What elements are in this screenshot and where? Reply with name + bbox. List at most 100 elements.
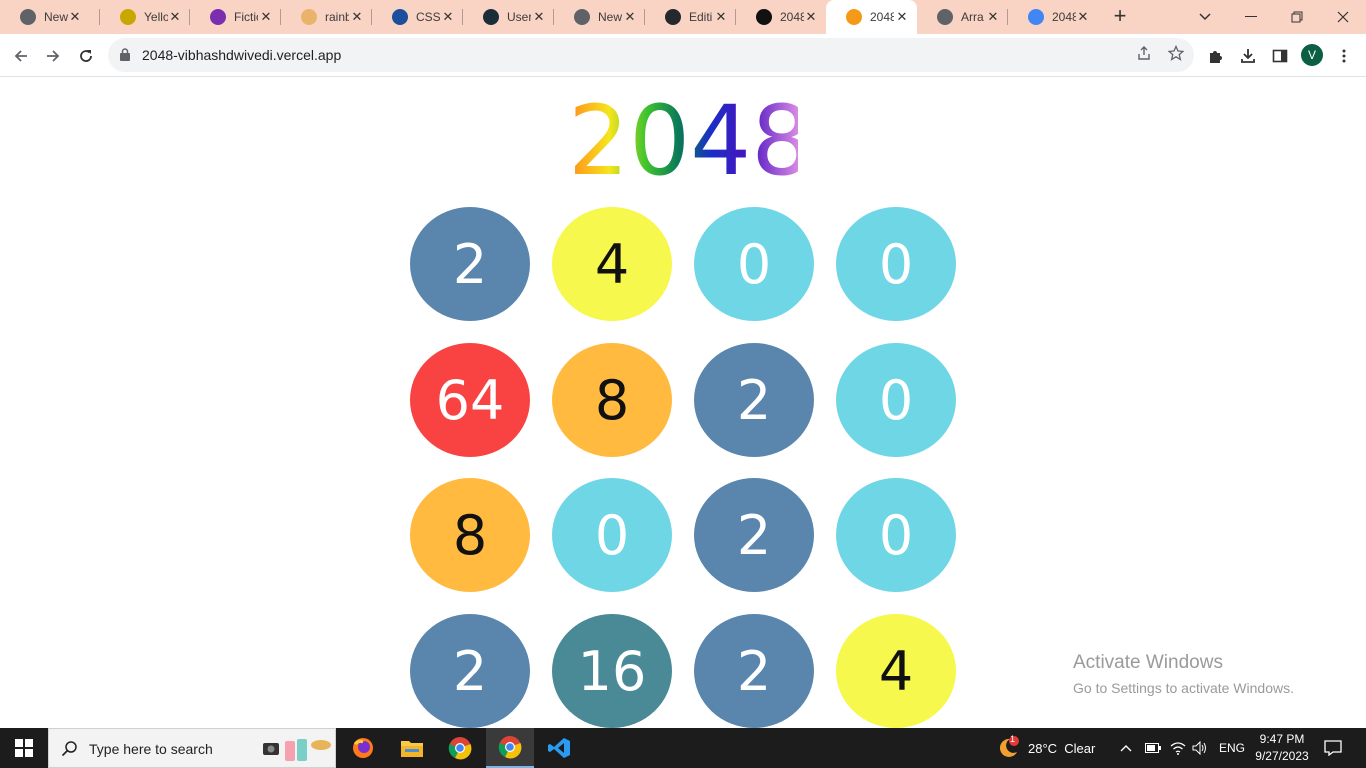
start-button[interactable] xyxy=(0,728,48,768)
browser-tab[interactable]: 2048 ✕ xyxy=(826,0,917,34)
battery-status[interactable] xyxy=(1145,728,1161,768)
folder-icon xyxy=(401,741,423,757)
game-title-wrap: 2048 xyxy=(568,91,812,191)
user-icon xyxy=(483,9,499,25)
network-status[interactable] xyxy=(1170,728,1186,768)
puzzle-icon xyxy=(1210,51,1222,63)
chrome-icon xyxy=(574,9,590,25)
game-tile: 4 xyxy=(836,614,956,728)
show-hidden-icons[interactable] xyxy=(1120,728,1132,768)
chrome-menu-button[interactable] xyxy=(1330,42,1358,70)
input-language[interactable]: ENG xyxy=(1219,728,1245,768)
taskbar-search-box[interactable]: Type here to search xyxy=(48,728,336,768)
profile-avatar[interactable]: V xyxy=(1301,44,1323,66)
browser-tab[interactable]: rainb ✕ xyxy=(281,0,372,34)
wifi-icon xyxy=(1170,742,1186,755)
volume-control[interactable] xyxy=(1192,728,1208,768)
close-tab-icon[interactable]: ✕ xyxy=(714,10,728,24)
new-tab-button[interactable]: + xyxy=(1108,5,1132,29)
browser-tab[interactable]: User ✕ xyxy=(463,0,554,34)
close-tab-icon[interactable]: ✕ xyxy=(68,10,82,24)
browser-tab[interactable]: New ✕ xyxy=(0,0,90,34)
close-tab-icon[interactable]: ✕ xyxy=(259,10,273,24)
close-window-button[interactable] xyxy=(1320,0,1366,34)
chrome-icon xyxy=(498,736,522,759)
reload-icon xyxy=(80,50,92,62)
extensions-button[interactable] xyxy=(1202,42,1230,70)
browser-tab[interactable]: Editi ✕ xyxy=(645,0,736,34)
tab-separator xyxy=(553,9,554,25)
game-tile: 2 xyxy=(410,207,530,321)
weather-widget[interactable]: 1 28°C Clear xyxy=(996,728,1095,768)
tab-separator xyxy=(735,9,736,25)
browser-tab[interactable]: Arra ✕ xyxy=(917,0,1008,34)
clock[interactable]: 9:47 PM 9/27/2023 xyxy=(1252,728,1312,768)
browser-tab[interactable]: Fictio✕ xyxy=(190,0,281,34)
forward-button[interactable] xyxy=(39,42,67,70)
close-tab-icon[interactable]: ✕ xyxy=(441,10,455,24)
tab-separator xyxy=(99,9,100,25)
tab-title: Arra xyxy=(961,10,984,24)
chrome-icon xyxy=(448,737,472,760)
taskbar-chrome-active[interactable] xyxy=(486,728,534,768)
github-icon xyxy=(665,9,681,25)
tab-search-button[interactable] xyxy=(1182,0,1228,34)
close-tab-icon[interactable]: ✕ xyxy=(623,10,637,24)
clock-date: 9/27/2023 xyxy=(1255,749,1309,763)
reload-button[interactable] xyxy=(72,42,100,70)
close-tab-icon[interactable]: ✕ xyxy=(1076,10,1090,24)
taskbar-firefox[interactable] xyxy=(339,728,387,768)
vercel-icon xyxy=(756,9,772,25)
activate-windows-title: Activate Windows xyxy=(1073,652,1223,673)
browser-tab[interactable]: New ✕ xyxy=(554,0,645,34)
rainbow-icon xyxy=(301,9,317,25)
action-center-button[interactable] xyxy=(1324,728,1342,768)
activate-windows-watermark: Activate Windows Go to Settings to activ… xyxy=(1073,652,1294,696)
close-tab-icon[interactable]: ✕ xyxy=(350,10,364,24)
tab-title: 2048 xyxy=(870,10,894,24)
share-icon[interactable] xyxy=(1134,45,1154,65)
taskbar-vscode[interactable] xyxy=(535,728,583,768)
downloads-button[interactable] xyxy=(1234,42,1262,70)
activate-windows-subtitle: Go to Settings to activate Windows. xyxy=(1073,680,1294,696)
browser-tab[interactable]: 2048 ✕ xyxy=(1008,0,1098,34)
tab-title: Yello xyxy=(144,10,168,24)
close-tab-icon[interactable]: ✕ xyxy=(895,10,909,24)
firefox-icon xyxy=(353,738,373,758)
tab-title: 2048 xyxy=(1052,10,1076,24)
close-tab-icon[interactable]: ✕ xyxy=(804,10,818,24)
download-icon xyxy=(1241,49,1255,63)
more-vertical-icon xyxy=(1342,49,1346,63)
back-button[interactable] xyxy=(7,42,35,70)
css-icon xyxy=(392,9,408,25)
weather-text: 28°C Clear xyxy=(1028,740,1096,756)
taskbar-chrome[interactable] xyxy=(436,728,484,768)
search-highlight-illustration xyxy=(261,735,333,763)
lock-icon[interactable] xyxy=(120,48,130,61)
search-icon xyxy=(61,741,77,757)
restore-button[interactable] xyxy=(1274,0,1320,34)
fiction-icon xyxy=(210,9,226,25)
game-tile: 2 xyxy=(694,343,814,457)
bookmark-star-icon[interactable] xyxy=(1166,44,1186,65)
close-tab-icon[interactable]: ✕ xyxy=(986,10,1000,24)
windows-logo-icon xyxy=(15,739,33,757)
game-tile: 0 xyxy=(694,207,814,321)
url-text[interactable]: 2048-vibhashdwivedi.vercel.app xyxy=(142,47,341,63)
side-panel-button[interactable] xyxy=(1266,42,1294,70)
browser-tab[interactable]: Yello ✕ xyxy=(100,0,190,34)
tab-separator xyxy=(462,9,463,25)
arrow-right-icon xyxy=(47,50,60,62)
close-icon xyxy=(1337,11,1349,23)
search-placeholder[interactable]: Type here to search xyxy=(89,741,213,757)
google-icon xyxy=(1028,9,1044,25)
browser-tab[interactable]: CSS ✕ xyxy=(372,0,463,34)
browser-tab[interactable]: 2048 ✕ xyxy=(736,0,826,34)
taskbar-file-explorer[interactable] xyxy=(388,728,436,768)
address-bar[interactable]: 2048-vibhashdwivedi.vercel.app xyxy=(108,38,1194,72)
minimize-icon xyxy=(1245,16,1257,17)
minimize-button[interactable] xyxy=(1228,0,1274,34)
close-tab-icon[interactable]: ✕ xyxy=(532,10,546,24)
game-tile: 16 xyxy=(552,614,672,728)
close-tab-icon[interactable]: ✕ xyxy=(168,10,182,24)
